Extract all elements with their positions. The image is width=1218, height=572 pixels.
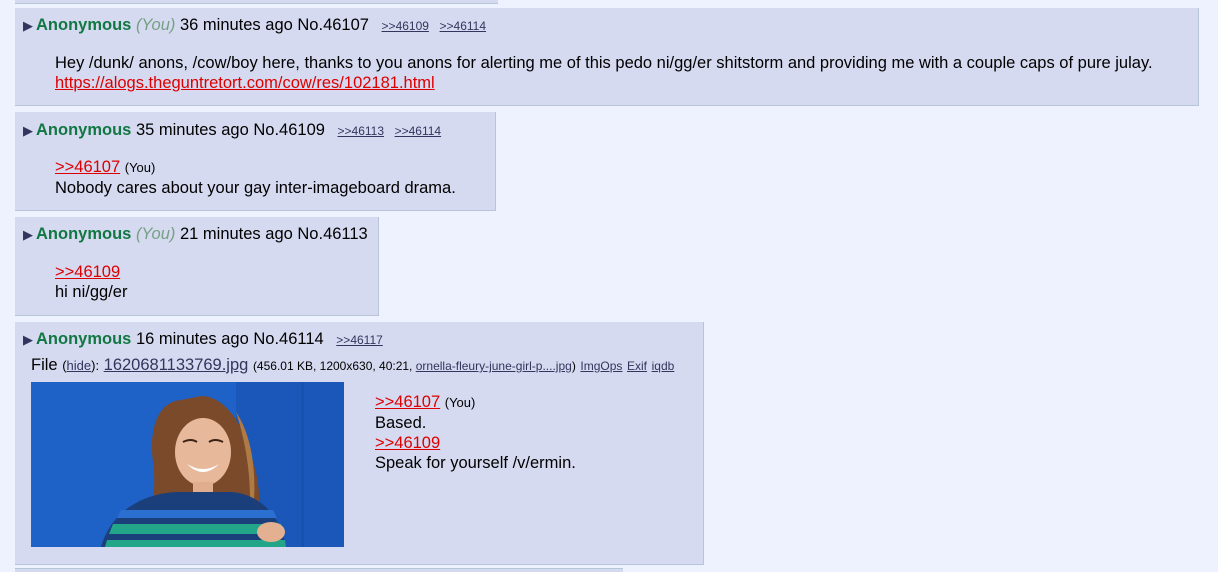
hide-file-link[interactable]: hide [67,358,92,373]
next-post-edge [15,568,623,572]
post-number[interactable]: No.46109 [253,121,325,139]
post-image-thumbnail[interactable] [31,382,344,547]
post-message: Hey /dunk/ anons, /cow/boy here, thanks … [55,53,1153,93]
quote-link[interactable]: >>46107 [55,158,120,176]
file-name-link[interactable]: 1620681133769.jpg [104,356,249,374]
post-menu-arrow-icon[interactable]: ▶ [23,18,33,33]
post-time: 16 minutes ago [135,330,249,348]
poster-name: Anonymous [36,16,132,34]
file-info: File (hide): 1620681133769.jpg (456.01 K… [31,356,675,374]
post-message: >>46107 (You) Nobody cares about your ga… [55,157,456,198]
previous-post-edge [15,0,498,4]
quote-link[interactable]: >>46109 [375,434,440,452]
post-46113: ▶ Anonymous (You) 21 minutes ago No.46113… [15,217,379,316]
poster-name: Anonymous [36,225,132,243]
post-menu-arrow-icon[interactable]: ▶ [23,332,33,347]
message-text: Nobody cares about your gay inter-imageb… [55,179,456,197]
quote-link[interactable]: >>46109 [55,263,120,281]
message-text: hi ni/gg/er [55,283,128,301]
post-number[interactable]: No.46107 [297,16,369,34]
you-tag: (You) [124,160,156,175]
post-number[interactable]: No.46113 [297,225,367,243]
post-menu-arrow-icon[interactable]: ▶ [23,227,33,242]
backlink[interactable]: >>46109 [382,19,429,33]
post-46109: ▶ Anonymous 35 minutes ago No.46109 >>461… [15,112,496,211]
post-time: 36 minutes ago [179,16,293,34]
file-meta-close: ) [571,359,576,373]
poster-name: Anonymous [36,121,132,139]
backlink[interactable]: >>46114 [440,19,487,33]
post-header: ▶ Anonymous (You) 36 minutes ago No.46107… [23,16,486,35]
you-tag: (You) [135,225,176,243]
exif-link[interactable]: Exif [627,359,647,373]
message-text: Hey /dunk/ anons, /cow/boy here, thanks … [55,54,1153,72]
you-tag: (You) [135,16,176,34]
file-label: File [31,356,58,374]
post-46107: ▶ Anonymous (You) 36 minutes ago No.46107… [15,8,1199,106]
post-menu-arrow-icon[interactable]: ▶ [23,123,33,138]
message-line: Based. [375,414,427,432]
message-line: Speak for yourself /v/ermin. [375,454,576,472]
backlink[interactable]: >>46114 [395,124,442,138]
file-meta: (456.01 KB, 1200x630, 40:21, [252,359,416,373]
external-link[interactable]: https://alogs.theguntretort.com/cow/res/… [55,74,435,92]
post-time: 35 minutes ago [135,121,249,139]
original-filename-link[interactable]: ornella-fleury-june-girl-p....jpg [416,359,572,373]
post-number[interactable]: No.46114 [253,330,323,348]
post-message: >>46107 (You) Based. >>46109 Speak for y… [375,392,576,473]
post-header: ▶ Anonymous (You) 21 minutes ago No.46113 [23,225,368,244]
post-time: 21 minutes ago [179,225,293,243]
you-tag: (You) [444,395,476,410]
poster-name: Anonymous [36,330,132,348]
imgops-link[interactable]: ImgOps [580,359,622,373]
iqdb-link[interactable]: iqdb [652,359,675,373]
backlink[interactable]: >>46113 [338,124,385,138]
post-header: ▶ Anonymous 16 minutes ago No.46114 >>461… [23,330,383,349]
post-message: >>46109 hi ni/gg/er [55,262,127,302]
post-46114: ▶ Anonymous 16 minutes ago No.46114 >>461… [15,322,704,565]
quote-link[interactable]: >>46107 [375,393,440,411]
post-header: ▶ Anonymous 35 minutes ago No.46109 >>461… [23,121,441,140]
backlink[interactable]: >>46117 [336,333,383,347]
